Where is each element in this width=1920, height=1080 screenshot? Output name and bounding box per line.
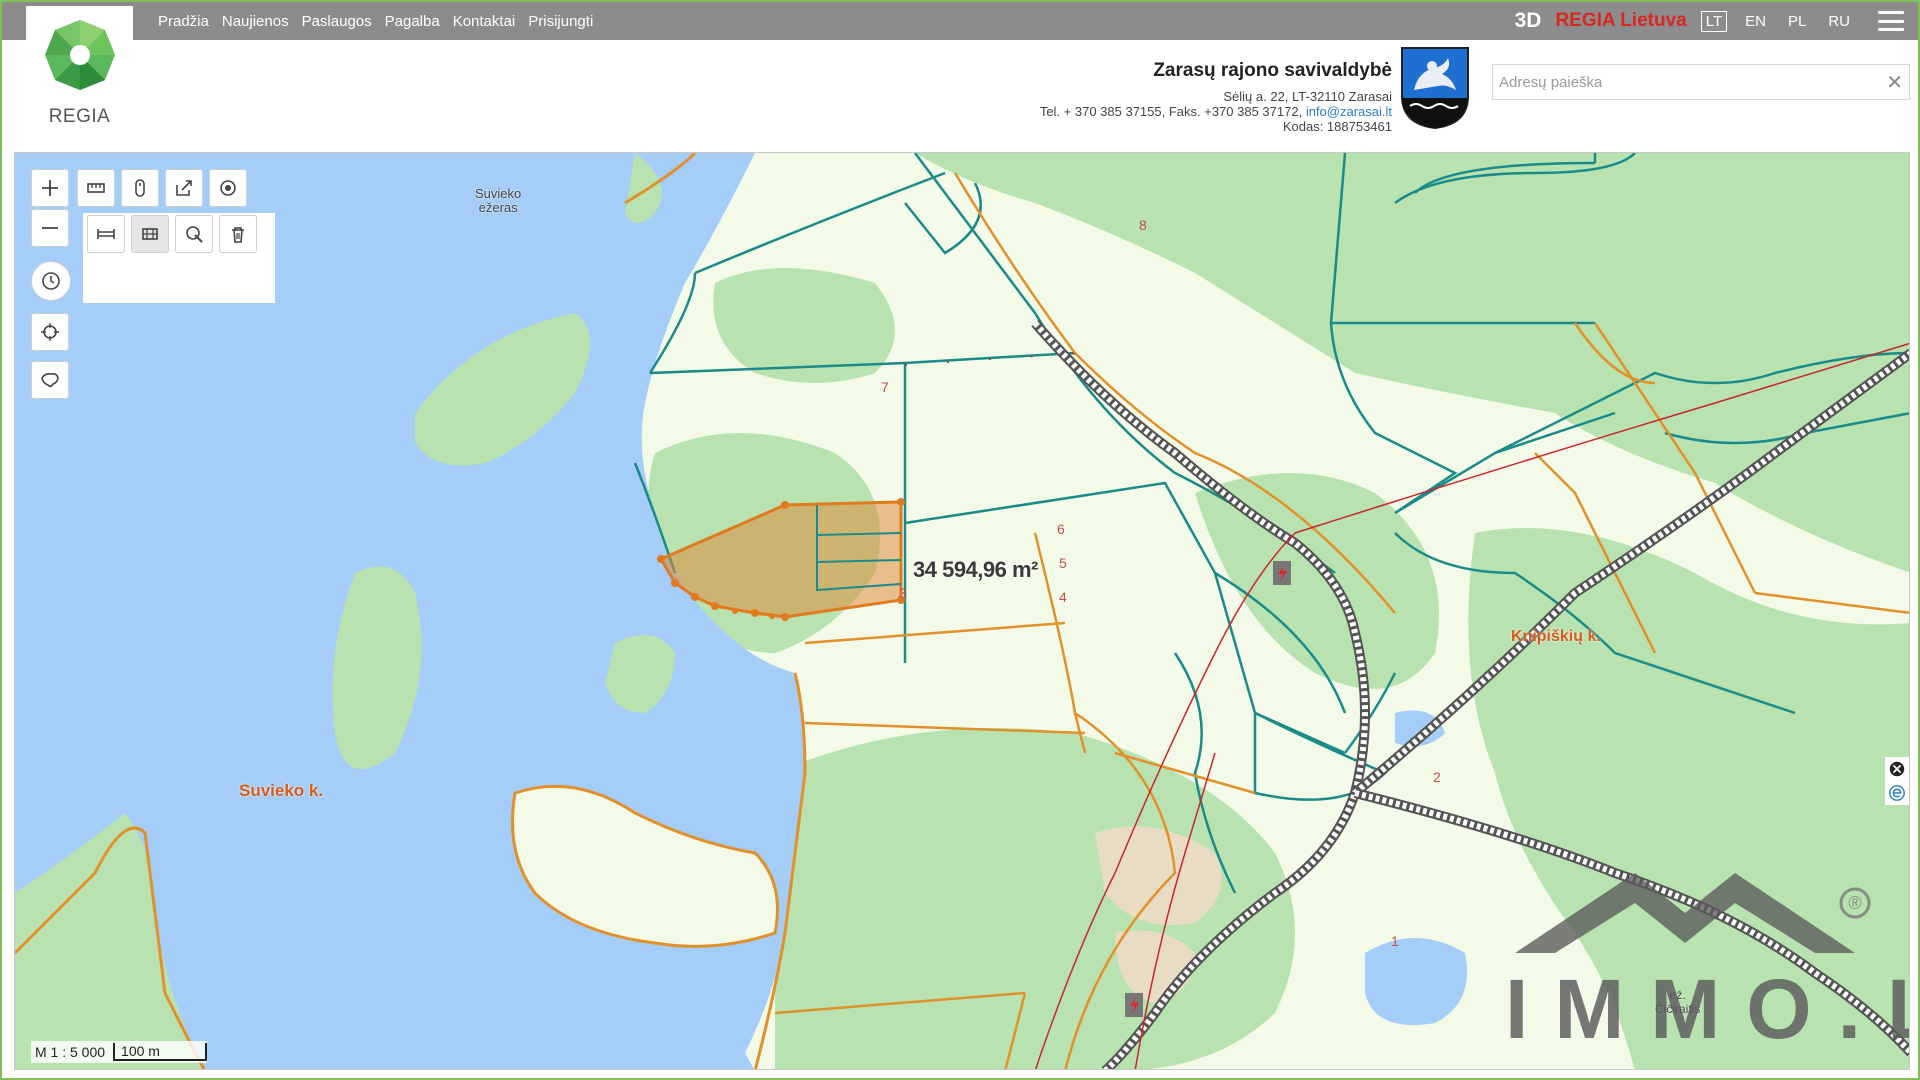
measure-area-button[interactable]	[131, 215, 169, 253]
trash-icon	[232, 227, 244, 243]
select-icon	[186, 226, 203, 243]
measure-button[interactable]	[77, 169, 115, 207]
parcel-number: 6	[1057, 521, 1065, 537]
regia-logo-icon	[45, 20, 115, 90]
close-circle-icon	[1889, 761, 1905, 777]
municipality-email[interactable]: info@zarasai.lt	[1306, 104, 1392, 119]
lithuania-extent-button[interactable]	[31, 361, 69, 399]
municipality-info: Zarasų rajono savivaldybė Sėlių a. 22, L…	[1040, 60, 1392, 134]
top-right-controls: 3D REGIA Lietuva LT EN PL RU	[1515, 2, 1904, 40]
lang-en[interactable]: EN	[1741, 12, 1770, 31]
regia-lietuva-link[interactable]: REGIA Lietuva	[1555, 10, 1686, 32]
point-button[interactable]	[209, 169, 247, 207]
address-search-input[interactable]	[1493, 65, 1873, 99]
mouse-icon	[135, 179, 145, 197]
municipality-phone: Tel. + 370 385 37155, Faks. +370 385 371…	[1039, 104, 1303, 119]
nav-help[interactable]: Pagalba	[385, 13, 440, 30]
clear-search-icon[interactable]: ✕	[1886, 70, 1903, 95]
share-button[interactable]	[165, 169, 203, 207]
lang-pl[interactable]: PL	[1784, 12, 1810, 31]
parcel-number: 5	[1059, 555, 1067, 571]
crosshair-icon	[41, 323, 59, 341]
map-scale: M 1 : 5 000 100 m	[31, 1041, 208, 1063]
target-dot-icon	[220, 180, 236, 196]
nav-home[interactable]: Pradžia	[158, 13, 209, 30]
municipality-phone-line: Tel. + 370 385 37155, Faks. +370 385 371…	[1040, 104, 1392, 119]
main-nav: Pradžia Naujienos Paslaugos Pagalba Kont…	[158, 2, 593, 40]
parcel-number: 2	[1433, 769, 1441, 785]
registered-mark: ®	[1848, 893, 1861, 913]
zoom-out-button[interactable]	[31, 209, 69, 247]
parcel-number: 3	[899, 585, 907, 601]
parcel-number: 4	[1059, 589, 1067, 605]
nav-contacts[interactable]: Kontaktai	[453, 13, 516, 30]
plus-icon	[42, 180, 58, 196]
top-nav-bar: Pradžia Naujienos Paslaugos Pagalba Kont…	[2, 2, 1918, 40]
zoom-in-button[interactable]	[31, 169, 69, 207]
parcel-number: 8	[1139, 217, 1147, 233]
village-knipiskiu-label: Knipiškių k.	[1511, 628, 1601, 645]
measure-distance-button[interactable]	[87, 215, 125, 253]
municipality-address: Sėlių a. 22, LT-32110 Zarasai	[1223, 89, 1392, 104]
regia-logo[interactable]: REGIA	[26, 6, 133, 128]
locate-button[interactable]	[31, 313, 69, 351]
lake-label: Suvieko ežeras	[475, 187, 521, 215]
clock-icon	[42, 272, 60, 290]
mouse-button[interactable]	[121, 169, 159, 207]
immo-watermark-text: IMMO.LT	[1505, 962, 1909, 1056]
scale-ratio: M 1 : 5 000	[35, 1044, 106, 1060]
area-icon	[142, 228, 158, 240]
power-marker-2	[1125, 993, 1143, 1017]
nav-login[interactable]: Prisijungti	[528, 13, 593, 30]
country-outline-icon	[41, 373, 59, 388]
map-viewport[interactable]: Suvieko ežeras Suvieko k. Knipiškių k. e…	[14, 152, 1910, 1070]
delete-button[interactable]	[219, 215, 257, 253]
power-marker-1	[1273, 561, 1291, 585]
e-icon	[1889, 785, 1905, 801]
minus-icon	[42, 227, 58, 229]
lang-lt[interactable]: LT	[1700, 10, 1728, 32]
logo-text: REGIA	[48, 106, 111, 127]
lake-label-line-1: Suvieko	[475, 186, 522, 201]
area-measurement-label: 34 594,96 m²	[913, 557, 1038, 582]
share-icon	[176, 180, 192, 196]
municipality-code: Kodas: 188753461	[1282, 119, 1392, 134]
menu-icon[interactable]	[1878, 11, 1904, 31]
distance-icon	[97, 229, 115, 239]
municipality-name: Zarasų rajono savivaldybė	[1153, 60, 1392, 81]
ruler-icon	[87, 183, 105, 193]
coat-of-arms-icon	[1401, 47, 1469, 130]
nav-services[interactable]: Paslaugos	[302, 13, 372, 30]
close-overlay-button[interactable]	[1885, 757, 1909, 781]
e-service-button[interactable]	[1885, 781, 1909, 805]
parcel-number: 7	[881, 379, 889, 395]
parcel-number: 1	[1391, 933, 1399, 949]
lake-label-line-2: ežeras	[478, 200, 518, 215]
address-search: ✕	[1492, 64, 1910, 100]
village-suvieko-label: Suvieko k.	[239, 781, 324, 800]
select-measure-button[interactable]	[175, 215, 213, 253]
lang-ru[interactable]: RU	[1824, 12, 1854, 31]
nav-news[interactable]: Naujienos	[222, 13, 289, 30]
history-button[interactable]	[31, 261, 71, 301]
3d-mode-button[interactable]: 3D	[1515, 9, 1542, 33]
scale-bar: 100 m	[113, 1043, 208, 1061]
